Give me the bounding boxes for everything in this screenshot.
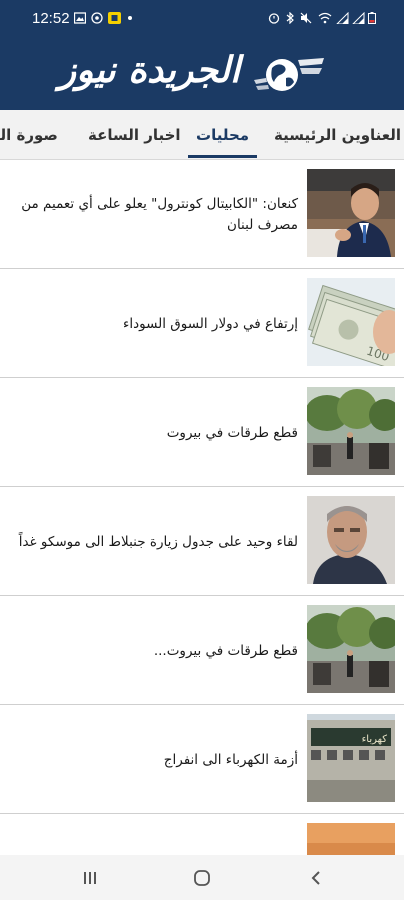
battery-icon bbox=[368, 12, 376, 24]
recent-apps-button[interactable] bbox=[70, 863, 110, 893]
tab-headlines[interactable]: العناوين الرئيسية bbox=[274, 110, 402, 159]
news-headline: قطع طرقات في بيروت bbox=[166, 424, 298, 441]
electricity-building-thumbnail: كهرباء bbox=[307, 714, 395, 802]
alarm-icon bbox=[268, 13, 280, 24]
street-blocked-thumbnail bbox=[307, 605, 395, 693]
tab-local[interactable]: محليات bbox=[188, 110, 258, 159]
home-button[interactable] bbox=[182, 863, 222, 893]
dollar-bills-thumbnail: 100 bbox=[307, 278, 395, 366]
news-item[interactable]: لقاء وحيد على جدول زيارة جنبلاط الى موسك… bbox=[0, 488, 404, 596]
tab-label: اخبار الساعة bbox=[88, 126, 181, 144]
image-notification-icon bbox=[74, 12, 86, 24]
whatsapp-notification-icon bbox=[91, 12, 103, 24]
politician-thumbnail bbox=[307, 169, 395, 257]
bluetooth-icon bbox=[286, 12, 294, 24]
tab-label: العناوين الرئيسية bbox=[274, 126, 402, 144]
system-navigation-bar bbox=[0, 855, 404, 900]
signal-icon-2 bbox=[352, 12, 365, 24]
news-headline: إرتفاع في دولار السوق السوداء bbox=[123, 315, 298, 332]
tab-label: محليات bbox=[196, 126, 250, 144]
news-item[interactable]: قطع طرقات في بيروت bbox=[0, 379, 404, 487]
tab-photo-of-day[interactable]: صورة اليوم bbox=[0, 110, 58, 159]
app-header: الجريدة نيوز bbox=[0, 36, 404, 110]
globe-logo-icon bbox=[254, 58, 324, 91]
news-item[interactable]: قطع طرقات في بيروت... bbox=[0, 597, 404, 705]
news-headline: قطع طرقات في بيروت... bbox=[153, 642, 298, 659]
category-tabs: العناوين الرئيسية محليات اخبار الساعة صو… bbox=[0, 110, 404, 160]
street-blocked-thumbnail bbox=[307, 387, 395, 475]
news-headline: أزمة الكهرباء الى انفراج bbox=[163, 751, 298, 768]
back-chevron-icon bbox=[311, 871, 320, 885]
app-logo-text: الجريدة نيوز bbox=[58, 49, 240, 91]
app-notification-icon bbox=[108, 12, 121, 24]
news-item[interactable]: كهرباء أزمة الكهرباء الى انفراج bbox=[0, 706, 404, 814]
portrait-thumbnail bbox=[307, 496, 395, 584]
status-time: 12:52 bbox=[32, 10, 70, 27]
news-item[interactable]: كنعان: "الكابيتال كونترول" يعلو على أي ت… bbox=[0, 161, 404, 269]
signal-icon-1 bbox=[336, 12, 349, 24]
news-headline bbox=[6, 815, 298, 855]
back-button[interactable] bbox=[296, 863, 336, 893]
tab-hourly-news[interactable]: اخبار الساعة bbox=[88, 110, 181, 159]
active-tab-indicator bbox=[188, 155, 258, 158]
dot-notification-icon bbox=[128, 16, 132, 20]
recent-apps-icon bbox=[84, 872, 96, 884]
home-icon bbox=[194, 870, 210, 886]
news-item[interactable]: 100 إرتفاع في دولار السوق السوداء bbox=[0, 270, 404, 378]
news-headline: كنعان: "الكابيتال كونترول" يعلو على أي ت… bbox=[21, 196, 298, 233]
news-item[interactable] bbox=[0, 815, 404, 855]
wifi-icon bbox=[318, 12, 332, 24]
svg-text:كهرباء: كهرباء bbox=[362, 734, 388, 745]
status-bar: 12:52 bbox=[0, 0, 404, 36]
mute-icon bbox=[300, 12, 312, 24]
news-list: كنعان: "الكابيتال كونترول" يعلو على أي ت… bbox=[0, 161, 404, 855]
tab-label: صورة اليوم bbox=[0, 126, 58, 144]
news-headline: لقاء وحيد على جدول زيارة جنبلاط الى موسك… bbox=[18, 533, 298, 550]
partial-thumbnail bbox=[307, 823, 395, 855]
